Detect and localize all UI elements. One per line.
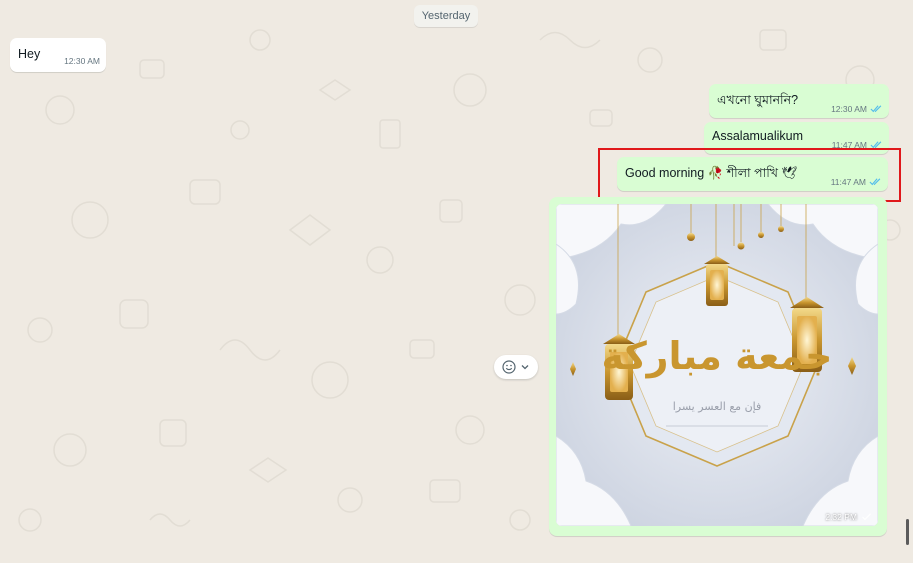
image-message[interactable]: جمعة مباركة فإن مع العسر يسرا 2:32 PM [549, 197, 887, 536]
smiley-icon [502, 360, 516, 374]
reaction-button[interactable] [494, 355, 538, 379]
scrollbar[interactable] [906, 519, 909, 545]
date-divider: Yesterday [414, 5, 478, 27]
message-time: 12:30 AM [831, 104, 883, 114]
message-incoming[interactable]: Hey 12:30 AM [10, 38, 106, 72]
message-time: 12:30 AM [64, 56, 100, 66]
highlight-box [598, 148, 901, 202]
message-text: Assalamualikum [712, 129, 804, 143]
message-text: Hey [18, 47, 41, 61]
chevron-down-icon [521, 365, 529, 370]
image-subtext: فإن مع العسر يسرا [673, 400, 762, 413]
image-calligraphy: جمعة مباركة [602, 334, 833, 378]
jumma-mubarak-greeting-image: جمعة مباركة فإن مع العسر يسرا [556, 204, 878, 526]
double-check-icon [870, 105, 882, 113]
message-outgoing[interactable]: এখনো ঘুমাননি? 12:30 AM [709, 84, 889, 118]
image-thumbnail[interactable]: جمعة مباركة فإن مع العسر يسرا [556, 204, 878, 526]
message-time: 2:32 PM [825, 512, 873, 522]
message-text: এখনো ঘুমাননি? [717, 93, 799, 107]
check-icon [862, 513, 871, 521]
